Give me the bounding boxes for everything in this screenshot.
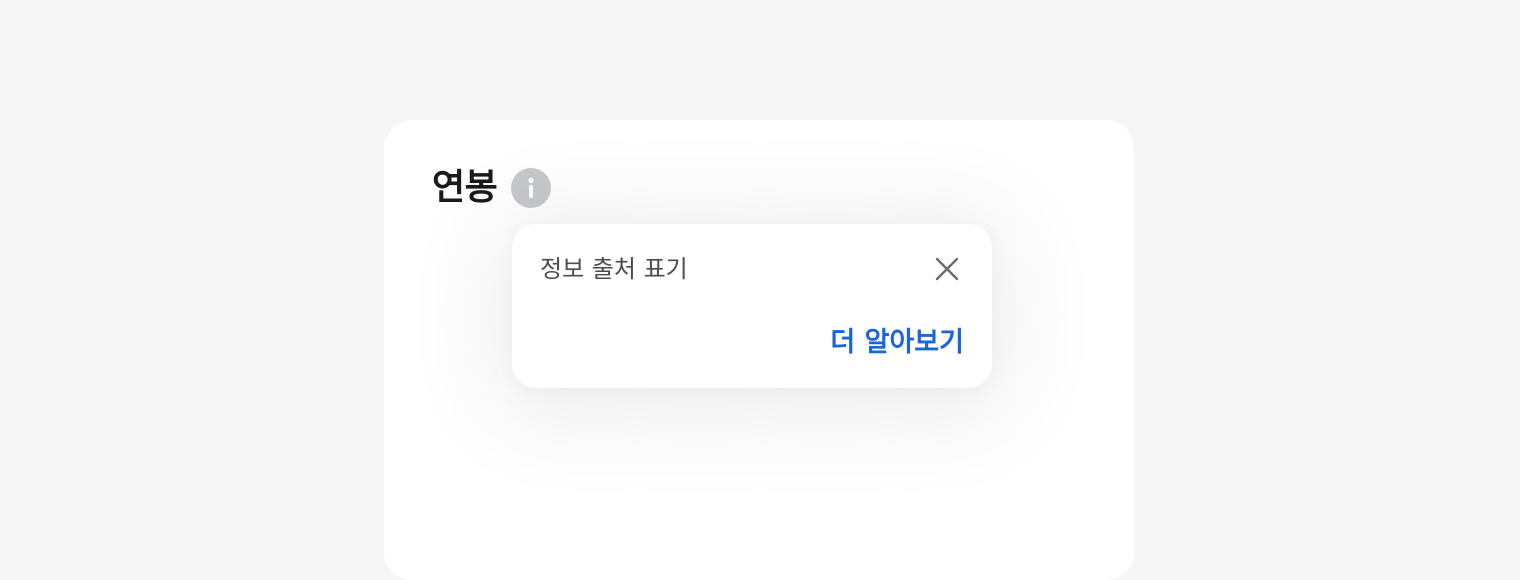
close-icon[interactable]	[930, 252, 964, 286]
close-glyph	[935, 257, 959, 281]
info-glyph	[528, 177, 534, 198]
info-popover: 정보 출처 표기 더 알아보기	[512, 224, 992, 388]
card-title: 연봉	[432, 167, 498, 208]
popover-text: 정보 출처 표기	[540, 255, 688, 283]
salary-card: 연봉 정보 출처 표기 더 알아보기	[384, 120, 1134, 580]
learn-more-link[interactable]: 더 알아보기	[830, 324, 964, 362]
info-icon[interactable]	[511, 168, 552, 208]
title-row: 연봉	[432, 164, 552, 212]
